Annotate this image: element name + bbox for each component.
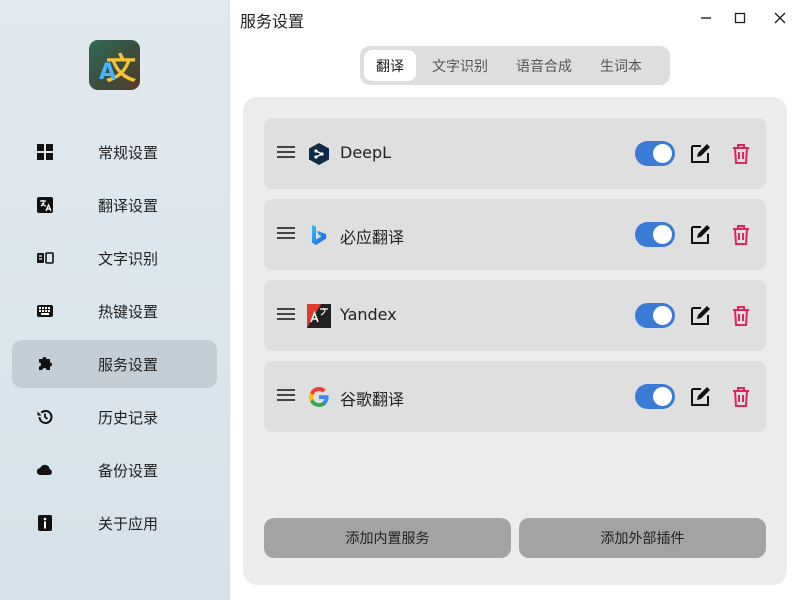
edit-button[interactable]	[688, 304, 712, 328]
trash-icon	[733, 144, 749, 164]
service-name: Yandex	[340, 305, 397, 324]
drag-handle-icon[interactable]	[277, 227, 295, 241]
delete-button[interactable]	[729, 142, 753, 166]
edit-button[interactable]	[688, 385, 712, 409]
sidebar-item-backup[interactable]: 备份设置	[12, 446, 217, 494]
sidebar-item-label: 备份设置	[98, 461, 159, 480]
delete-button[interactable]	[729, 223, 753, 247]
bing-icon	[307, 223, 331, 247]
add-external-plugin-button[interactable]: 添加外部插件	[519, 518, 766, 558]
sidebar-item-label: 历史记录	[98, 408, 159, 427]
tab-ocr[interactable]: 文字识别	[420, 50, 500, 81]
sidebar-item-hotkey[interactable]: 热键设置	[12, 287, 217, 335]
edit-button[interactable]	[688, 223, 712, 247]
service-toggle[interactable]	[635, 222, 675, 247]
service-panel: DeepL 必应翻译 Yandex 谷歌翻译 添加内置服务 添加外部插件	[243, 97, 787, 585]
maximize-button[interactable]	[728, 6, 752, 30]
drag-handle-icon[interactable]	[277, 146, 295, 160]
sidebar-item-label: 关于应用	[98, 514, 159, 533]
service-name: DeepL	[340, 143, 392, 162]
sidebar: 文 A 常规设置 翻译设置 文字识别 热键设置 服务设置 历史记录 备份设置 关…	[0, 0, 230, 600]
tab-tts[interactable]: 语音合成	[504, 50, 584, 81]
ocr-icon	[34, 247, 56, 269]
grid-icon	[34, 141, 56, 163]
service-row-deepl: DeepL	[264, 118, 766, 189]
sidebar-item-label: 翻译设置	[98, 196, 159, 215]
sidebar-item-label: 热键设置	[98, 302, 159, 321]
history-icon	[34, 406, 56, 428]
sidebar-item-service[interactable]: 服务设置	[12, 340, 217, 388]
yandex-icon	[307, 304, 331, 328]
close-button[interactable]	[768, 6, 792, 30]
service-toggle[interactable]	[635, 303, 675, 328]
edit-icon	[691, 306, 710, 325]
trash-icon	[733, 225, 749, 245]
minimize-button[interactable]	[694, 6, 718, 30]
service-name: 必应翻译	[340, 228, 405, 247]
edit-icon	[691, 387, 710, 406]
service-row-yandex: Yandex	[264, 280, 766, 351]
edit-icon	[691, 144, 710, 163]
trash-icon	[733, 306, 749, 326]
sidebar-item-about[interactable]: 关于应用	[12, 499, 217, 547]
trash-icon	[733, 387, 749, 407]
deepl-icon	[307, 142, 331, 166]
app-logo-glyph-a: A	[99, 60, 117, 85]
edit-icon	[691, 225, 710, 244]
sidebar-item-general[interactable]: 常规设置	[12, 128, 217, 176]
delete-button[interactable]	[729, 385, 753, 409]
title-bar: 服务设置	[230, 0, 800, 36]
service-name: 谷歌翻译	[340, 390, 405, 409]
sidebar-item-label: 服务设置	[98, 355, 159, 374]
keyboard-icon	[34, 300, 56, 322]
maximize-icon	[734, 12, 746, 24]
app-logo: 文 A	[89, 40, 140, 90]
drag-handle-icon[interactable]	[277, 389, 295, 403]
add-builtin-service-button[interactable]: 添加内置服务	[264, 518, 511, 558]
close-icon	[774, 12, 786, 24]
puzzle-icon	[34, 353, 56, 375]
sidebar-item-label: 文字识别	[98, 249, 159, 268]
service-toggle[interactable]	[635, 141, 675, 166]
tab-vocabulary[interactable]: 生词本	[588, 50, 654, 81]
service-toggle[interactable]	[635, 384, 675, 409]
cloud-icon	[34, 459, 56, 481]
delete-button[interactable]	[729, 304, 753, 328]
drag-handle-icon[interactable]	[277, 308, 295, 322]
window-title: 服务设置	[240, 12, 305, 31]
sidebar-item-label: 常规设置	[98, 143, 159, 162]
info-icon	[34, 512, 56, 534]
service-row-google: 谷歌翻译	[264, 361, 766, 432]
sidebar-nav: 常规设置 翻译设置 文字识别 热键设置 服务设置 历史记录 备份设置 关于应用	[12, 128, 217, 552]
service-tabs: 翻译 文字识别 语音合成 生词本	[360, 46, 670, 85]
sidebar-item-translate[interactable]: 翻译设置	[12, 181, 217, 229]
sidebar-item-ocr[interactable]: 文字识别	[12, 234, 217, 282]
minimize-icon	[701, 17, 711, 19]
sidebar-item-history[interactable]: 历史记录	[12, 393, 217, 441]
service-row-bing: 必应翻译	[264, 199, 766, 270]
edit-button[interactable]	[688, 142, 712, 166]
translate-icon	[34, 194, 56, 216]
tab-translate[interactable]: 翻译	[364, 50, 416, 81]
google-icon	[307, 385, 331, 409]
